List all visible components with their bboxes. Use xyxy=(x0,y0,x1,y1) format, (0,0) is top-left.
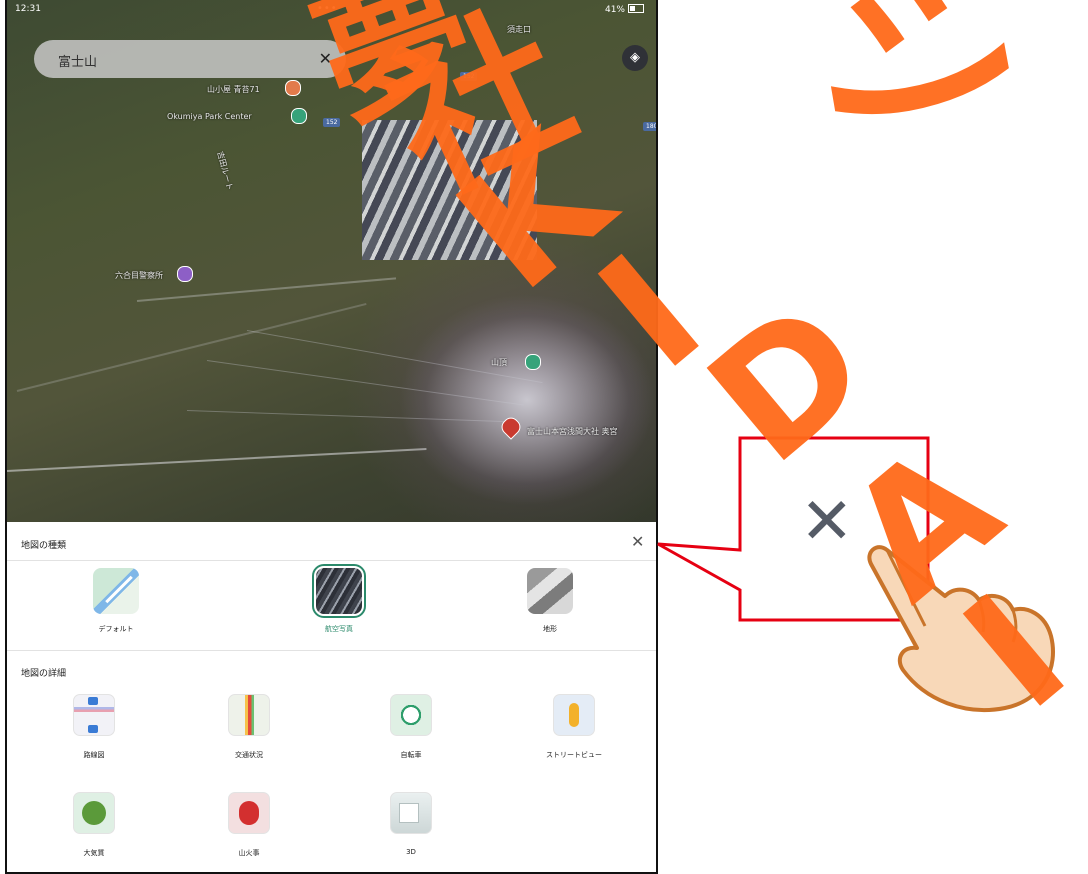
divider xyxy=(7,560,656,561)
map-ridge xyxy=(206,360,524,406)
detail-air-quality[interactable]: 大気質 xyxy=(39,792,149,858)
map-label: Okumiya Park Center xyxy=(167,112,252,121)
default-map-thumbnail xyxy=(93,568,139,614)
enlarged-close-icon: ✕ xyxy=(800,485,854,559)
detail-transit[interactable]: 路線図 xyxy=(39,694,149,760)
map-road xyxy=(16,302,367,392)
map-label: 山頂 xyxy=(491,358,507,367)
route-badge: 152 xyxy=(323,118,341,127)
clear-search-icon[interactable]: ✕ xyxy=(319,49,332,68)
route-badge: 180 xyxy=(643,122,656,131)
map-road xyxy=(136,277,397,302)
police-pin-icon[interactable] xyxy=(177,266,193,282)
detail-3d[interactable]: 3D xyxy=(356,792,466,856)
map-type-label: 地形 xyxy=(543,625,557,633)
map-type-title: 地図の種類 xyxy=(21,541,67,551)
wildfire-icon xyxy=(228,792,270,834)
detail-label: 大気質 xyxy=(83,849,105,857)
status-bar: 12:31 ••• 41% xyxy=(7,0,656,18)
watermark-char: シ xyxy=(786,0,1055,204)
map-label: 山小屋 青苔71 xyxy=(207,85,260,94)
map-type-label: デフォルト xyxy=(98,625,134,633)
map-label: 富士山本宮浅間大社 奥宮 xyxy=(527,427,618,436)
battery-icon xyxy=(628,4,644,13)
satellite-map-thumbnail xyxy=(312,564,366,618)
detail-label: 自転車 xyxy=(400,751,422,759)
detail-streetview[interactable]: ストリートビュー xyxy=(519,694,629,760)
detail-label: 交通状況 xyxy=(235,751,263,759)
detail-label: 3D xyxy=(406,848,416,856)
map-road xyxy=(7,448,427,472)
search-bar[interactable]: 富士山 ✕ xyxy=(34,40,346,78)
multitasking-dots[interactable]: ••• xyxy=(317,3,338,14)
map-label: 六合目警察所 xyxy=(115,271,163,280)
bicycle-icon xyxy=(390,694,432,736)
detail-bicycle[interactable]: 自転車 xyxy=(356,694,466,760)
map-type-satellite[interactable]: 航空写真 xyxy=(294,564,384,634)
search-query[interactable]: 富士山 xyxy=(58,51,97,70)
route-badge: 152 xyxy=(460,72,478,81)
map-ridge xyxy=(186,410,507,423)
terrain-map-thumbnail xyxy=(527,568,573,614)
map-layers-sheet: 地図の種類 ✕ デフォルト 航空写真 地形 地図の詳細 路線図 交通状況 自転車 xyxy=(7,522,656,872)
tablet-screen: 12:31 ••• 41% 富士山 ✕ ◈ 山小屋 青苔71 Okumiya P… xyxy=(5,0,658,874)
map-type-terrain[interactable]: 地形 xyxy=(505,568,595,634)
park-pin-icon[interactable] xyxy=(291,108,307,124)
map-label: 吉田ルート xyxy=(215,150,235,192)
detail-label: ストリートビュー xyxy=(546,751,602,759)
satellite-map[interactable]: 12:31 ••• 41% 富士山 ✕ ◈ 山小屋 青苔71 Okumiya P… xyxy=(7,0,656,522)
traffic-icon xyxy=(228,694,270,736)
map-type-label: 航空写真 xyxy=(325,625,353,633)
transit-icon xyxy=(73,694,115,736)
layers-icon: ◈ xyxy=(630,50,640,65)
search-result-pin-icon[interactable] xyxy=(498,414,524,440)
detail-wildfire[interactable]: 山火事 xyxy=(194,792,304,858)
battery-indicator: 41% xyxy=(605,4,644,15)
3d-icon xyxy=(390,792,432,834)
layers-button[interactable]: ◈ xyxy=(622,45,648,71)
detail-label: 路線図 xyxy=(83,751,105,759)
map-snow-area xyxy=(362,120,537,260)
detail-traffic[interactable]: 交通状況 xyxy=(194,694,304,760)
street-view-icon xyxy=(553,694,595,736)
status-time: 12:31 xyxy=(15,4,41,14)
detail-label: 山火事 xyxy=(238,849,260,857)
divider xyxy=(7,650,656,651)
air-quality-icon xyxy=(73,792,115,834)
map-details-title: 地図の詳細 xyxy=(21,669,67,679)
map-label: 須走口 xyxy=(507,25,531,34)
map-type-default[interactable]: デフォルト xyxy=(71,568,161,634)
summit-pin-icon[interactable] xyxy=(525,354,541,370)
pointing-hand-icon xyxy=(867,545,1055,713)
battery-percent: 41% xyxy=(604,5,625,15)
hotel-pin-icon[interactable] xyxy=(285,80,301,96)
